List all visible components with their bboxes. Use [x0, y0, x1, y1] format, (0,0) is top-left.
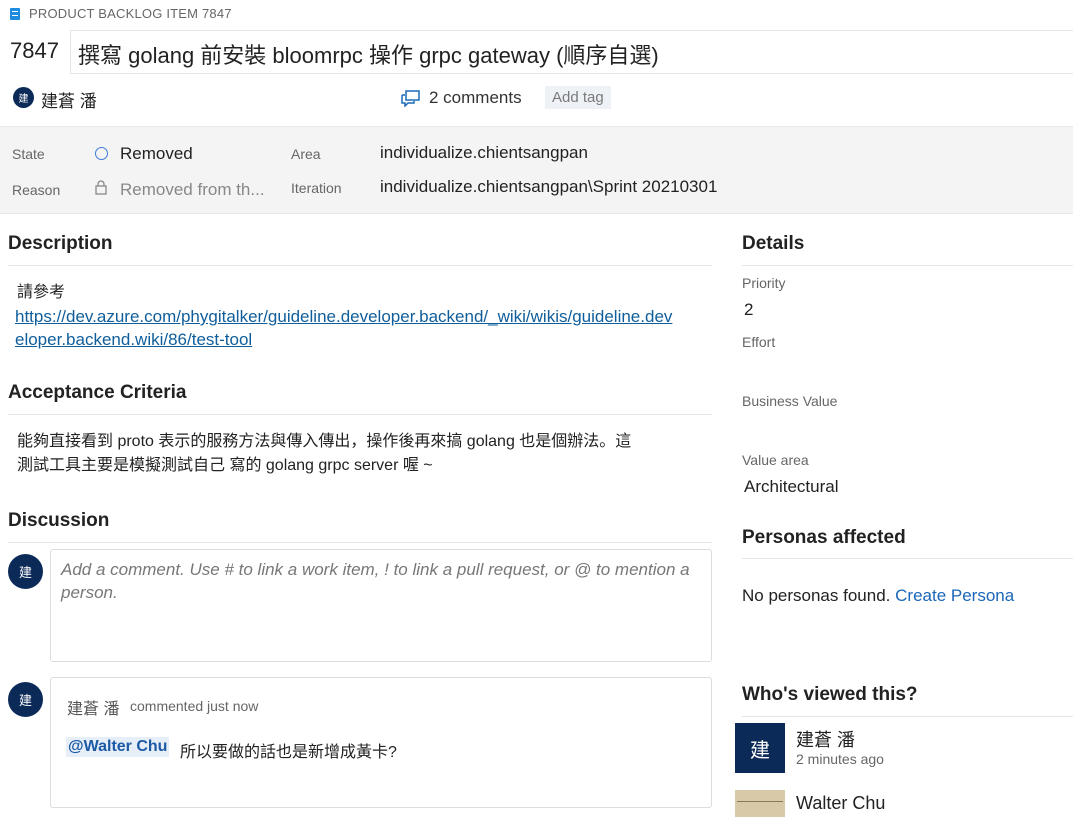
area-label: Area	[291, 146, 321, 162]
work-item-type-label: PRODUCT BACKLOG ITEM 7847	[29, 6, 232, 21]
comment-placeholder[interactable]: Add a comment. Use # to link a work item…	[61, 558, 701, 604]
viewers-title: Who's viewed this?	[742, 684, 918, 705]
description-link-line[interactable]: eloper.backend.wiki/86/test-tool	[15, 328, 715, 351]
comments-link[interactable]: 2 comments	[401, 88, 522, 108]
value-area-label: Value area	[742, 452, 809, 468]
comment-author-avatar[interactable]: 建	[8, 682, 43, 717]
viewer-name[interactable]: 建蒼 潘	[796, 726, 855, 752]
viewer-photo-avatar[interactable]	[735, 790, 785, 817]
description-link-line[interactable]: https://dev.azure.com/phygitalker/guidel…	[15, 305, 715, 328]
acceptance-title: Acceptance Criteria	[8, 382, 187, 403]
description-link[interactable]: https://dev.azure.com/phygitalker/guidel…	[15, 305, 715, 351]
personas-empty-text: No personas found.	[742, 586, 891, 605]
effort-field[interactable]	[742, 356, 1062, 380]
owner-name[interactable]: 建蒼 潘	[41, 87, 97, 112]
comment-text: 所以要做的話也是新增成黃卡?	[180, 744, 397, 761]
current-user-avatar: 建	[8, 554, 43, 589]
priority-label: Priority	[742, 275, 786, 291]
mention-link[interactable]: @Walter Chu	[66, 737, 170, 757]
business-value-label: Business Value	[742, 393, 838, 409]
add-tag-button[interactable]: Add tag	[545, 86, 611, 109]
state-value[interactable]: Removed	[120, 144, 193, 164]
comments-icon	[401, 89, 420, 107]
effort-label: Effort	[742, 334, 776, 350]
section-divider	[742, 716, 1073, 717]
discussion-title: Discussion	[8, 510, 110, 531]
viewer-avatar[interactable]: 建	[735, 723, 785, 773]
section-divider	[8, 265, 712, 266]
details-title: Details	[742, 233, 805, 254]
backlog-item-icon	[10, 7, 20, 20]
comment-author[interactable]: 建蒼 潘	[67, 695, 119, 719]
work-item-title[interactable]: 撰寫 golang 前安裝 bloomrpc 操作 grpc gateway (…	[78, 38, 659, 70]
comments-count: 2 comments	[429, 88, 522, 107]
section-divider	[8, 542, 712, 543]
create-persona-link[interactable]: Create Persona	[895, 586, 1014, 605]
lock-icon	[95, 180, 107, 195]
reason-label: Reason	[12, 182, 61, 198]
section-divider	[742, 558, 1073, 559]
business-value-field[interactable]	[742, 415, 1062, 439]
acceptance-line: 能夠直接看到 proto 表示的服務方法與傳入傳出，操作後再來搞 golang …	[17, 433, 632, 450]
iteration-value[interactable]: individualize.chientsangpan\Sprint 20210…	[380, 177, 717, 197]
state-label: State	[12, 146, 45, 162]
comment-timestamp: commented just now	[130, 698, 259, 714]
priority-value[interactable]: 2	[744, 300, 753, 320]
reason-value: Removed from th...	[120, 180, 265, 199]
personas-row: No personas found. Create Persona	[742, 586, 1014, 606]
state-circle-icon	[95, 147, 108, 160]
viewer-time: 2 minutes ago	[796, 751, 884, 767]
section-divider	[8, 414, 712, 415]
work-item-id: 7847	[10, 38, 59, 63]
fields-band	[0, 126, 1073, 214]
personas-title: Personas affected	[742, 527, 906, 548]
acceptance-line: 測試工具主要是模擬測試自己 寫的 golang grpc server 喔 ~	[17, 457, 433, 474]
section-divider	[742, 265, 1073, 266]
viewer-name[interactable]: Walter Chu	[796, 793, 885, 814]
owner-avatar[interactable]: 建	[13, 87, 34, 108]
description-text: 請參考	[17, 284, 66, 301]
value-area-value[interactable]: Architectural	[744, 477, 838, 497]
area-value[interactable]: individualize.chientsangpan	[380, 143, 588, 163]
iteration-label: Iteration	[291, 180, 342, 196]
description-title: Description	[8, 233, 113, 254]
work-item-type: PRODUCT BACKLOG ITEM 7847	[10, 6, 232, 21]
